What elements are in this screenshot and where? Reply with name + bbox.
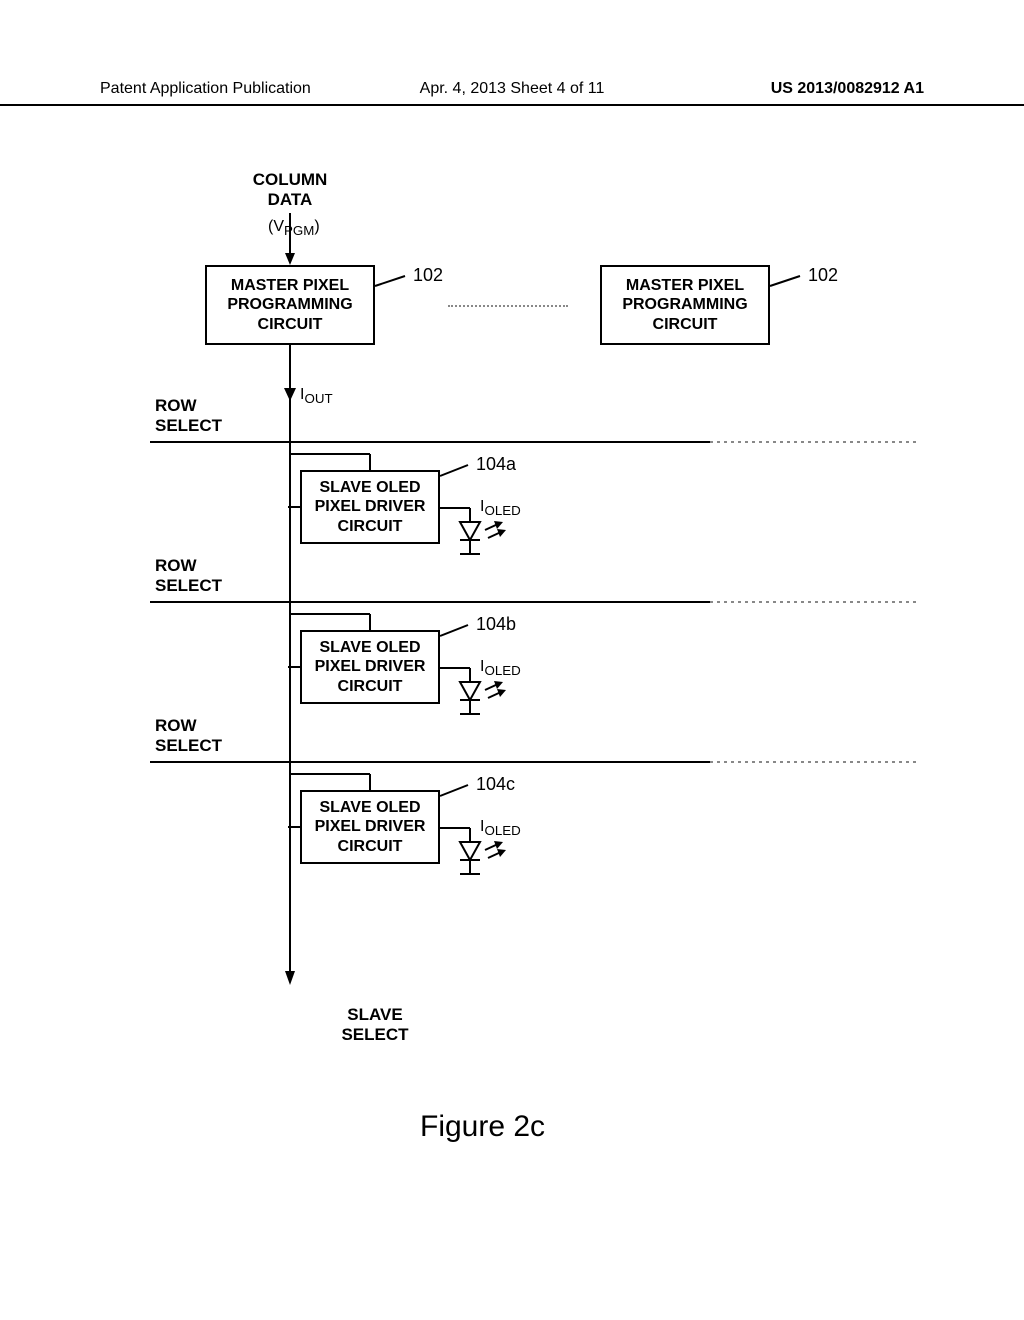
slave-select-label: SLAVE SELECT	[325, 1005, 425, 1044]
leader-104c	[440, 782, 474, 800]
master-pixel-box-left: MASTER PIXEL PROGRAMMING CIRCUIT	[205, 265, 375, 345]
ioled-104a: IOLED	[480, 498, 521, 518]
row-select-2-line	[150, 600, 920, 604]
branch-104b	[288, 600, 408, 630]
arrow-column-to-master	[285, 213, 295, 265]
slave-box-104a: SLAVE OLED PIXEL DRIVER CIRCUIT	[300, 470, 440, 544]
leader-102-left	[375, 272, 411, 292]
header-left: Patent Application Publication	[100, 80, 375, 98]
branch-104c	[288, 760, 408, 790]
ref-104a: 104a	[476, 454, 516, 475]
iout-tick	[283, 385, 297, 401]
slave-box-104c: SLAVE OLED PIXEL DRIVER CIRCUIT	[300, 790, 440, 864]
rowstub-104a	[288, 505, 302, 509]
branch-104a	[288, 440, 408, 470]
row-select-3-label: ROW SELECT	[155, 716, 245, 755]
row-select-1-label: ROW SELECT	[155, 396, 245, 435]
ioled-104b: IOLED	[480, 658, 521, 678]
ioled-104c: IOLED	[480, 818, 521, 838]
ref-102-right: 102	[808, 265, 838, 286]
slave-box-104b: SLAVE OLED PIXEL DRIVER CIRCUIT	[300, 630, 440, 704]
master-pixel-box-right: MASTER PIXEL PROGRAMMING CIRCUIT	[600, 265, 770, 345]
rowstub-104b	[288, 665, 302, 669]
iout-label: IOUT	[300, 386, 333, 406]
ref-104b: 104b	[476, 614, 516, 635]
leader-104a	[440, 462, 474, 480]
ref-102-left: 102	[413, 265, 443, 286]
row-select-1-line	[150, 440, 920, 444]
header-right: US 2013/0082912 A1	[649, 80, 924, 98]
diagram-area: COLUMN DATA (VPGM) MASTER PIXEL PROGRAMM…	[0, 100, 1024, 1200]
rowstub-104c	[288, 825, 302, 829]
column-data-label: COLUMN DATA	[230, 170, 350, 209]
leader-104b	[440, 622, 474, 640]
figure-caption: Figure 2c	[420, 1110, 545, 1144]
dotted-master-gap	[448, 305, 568, 307]
row-select-2-label: ROW SELECT	[155, 556, 245, 595]
row-select-3-line	[150, 760, 920, 764]
header-center: Apr. 4, 2013 Sheet 4 of 11	[375, 80, 650, 98]
leader-102-right	[770, 272, 806, 292]
ref-104c: 104c	[476, 774, 515, 795]
